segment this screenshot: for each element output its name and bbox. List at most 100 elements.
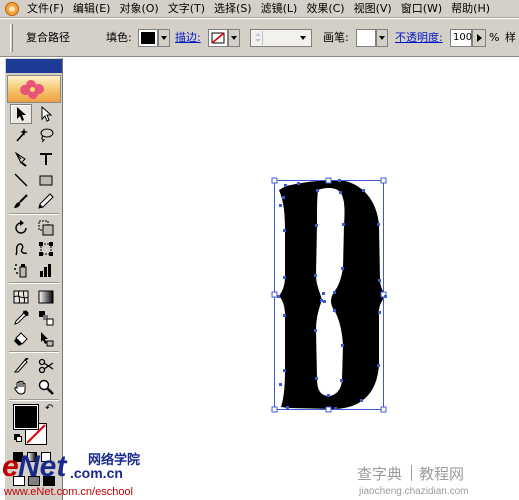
paint-bucket-icon xyxy=(14,332,28,346)
selection-tool[interactable] xyxy=(10,104,32,124)
stroke-swatch[interactable] xyxy=(208,29,228,47)
lasso-tool[interactable] xyxy=(35,125,57,145)
brush-label: 画笔: xyxy=(323,31,349,44)
brush-dropdown-arrow[interactable] xyxy=(376,29,388,47)
opacity-label[interactable]: 不透明度: xyxy=(395,30,443,46)
magic-wand-tool[interactable] xyxy=(10,125,32,145)
opacity-percent: % xyxy=(489,31,500,44)
menu-help[interactable]: 帮助(H) xyxy=(447,0,495,17)
scale-tool[interactable] xyxy=(35,218,57,238)
chazidian-name: 查字典 xyxy=(357,465,403,483)
chazidian-watermark: 查字典 教程网 jiaocheng.chazidian.com xyxy=(355,465,515,499)
chazidian-url: jiaocheng.chazidian.com xyxy=(359,486,469,497)
eyedropper-tool[interactable] xyxy=(10,308,32,328)
letter-d-compound-path[interactable] xyxy=(279,180,386,409)
menu-file[interactable]: 文件(F) xyxy=(23,0,69,17)
column-graph-icon xyxy=(40,264,51,277)
pencil-tool[interactable] xyxy=(35,191,57,211)
pen-tool[interactable] xyxy=(10,149,32,169)
stroke-weight-dropdown-arrow[interactable] xyxy=(297,31,311,45)
artboard-canvas[interactable] xyxy=(63,58,519,500)
rectangle-icon xyxy=(39,175,53,186)
fill-dropdown-arrow[interactable] xyxy=(158,29,170,47)
object-type-label: 复合路径 xyxy=(26,31,70,44)
stroke-weight-field[interactable] xyxy=(250,29,312,47)
live-paint-selection-icon xyxy=(41,332,54,347)
tools-separator xyxy=(9,213,59,215)
menu-effect[interactable]: 效果(C) xyxy=(302,0,349,17)
white-arrow-icon xyxy=(41,106,53,122)
blend-icon xyxy=(39,311,54,326)
hand-tool[interactable] xyxy=(10,377,32,397)
enet-watermark-url: www.eNet.com.cn/eschool xyxy=(4,486,133,498)
enet-brand-domain: .com.cn xyxy=(70,465,123,481)
menu-select[interactable]: 选择(S) xyxy=(210,0,257,17)
line-tool[interactable] xyxy=(10,170,32,190)
swap-fill-stroke-icon[interactable]: ↶ xyxy=(45,404,53,414)
rotate-tool[interactable] xyxy=(10,218,32,238)
pen-nib-icon xyxy=(14,151,27,167)
tools-panel-titlebar[interactable] xyxy=(6,59,62,73)
scissors-tool[interactable] xyxy=(35,356,57,376)
paintbrush-tool[interactable] xyxy=(10,191,32,211)
lasso-icon xyxy=(40,128,54,143)
direct-selection-tool[interactable] xyxy=(35,104,57,124)
hand-icon xyxy=(14,380,26,395)
warp-tool[interactable] xyxy=(10,239,32,259)
menu-object[interactable]: 对象(O) xyxy=(115,0,163,17)
menu-edit[interactable]: 编辑(E) xyxy=(69,0,116,17)
symbol-sprayer-tool[interactable] xyxy=(10,260,32,280)
flower-center-icon xyxy=(30,87,35,92)
illustrator-app-icon[interactable] xyxy=(5,1,19,16)
tools-panel-flower-logo[interactable] xyxy=(7,75,61,103)
enet-brand-e: e xyxy=(2,450,19,483)
blend-tool[interactable] xyxy=(35,308,57,328)
opacity-input[interactable]: 100 xyxy=(450,29,472,47)
mesh-grid-icon xyxy=(13,290,29,304)
mesh-tool[interactable] xyxy=(10,287,32,307)
brush-swatch[interactable] xyxy=(356,29,376,47)
symbol-sprayer-icon xyxy=(14,264,27,278)
control-bar: 复合路径 填色: 描边: 画笔: 不透明度: 100 % 样 xyxy=(0,19,519,57)
menu-filter[interactable]: 滤镜(L) xyxy=(257,0,303,17)
magnifier-icon xyxy=(38,379,54,395)
letter-d-artwork[interactable] xyxy=(63,58,519,500)
stroke-dropdown-arrow[interactable] xyxy=(228,29,240,47)
live-paint-bucket-tool[interactable] xyxy=(10,329,32,349)
rectangle-tool[interactable] xyxy=(35,170,57,190)
zoom-tool[interactable] xyxy=(35,377,57,397)
slice-tool[interactable] xyxy=(10,356,32,376)
type-t-icon xyxy=(40,153,52,165)
warp-finger-icon xyxy=(15,243,28,256)
slice-knife-icon xyxy=(13,358,29,373)
gradient-tool[interactable] xyxy=(35,287,57,307)
line-segment-icon xyxy=(14,173,28,187)
stroke-weight-stepper[interactable] xyxy=(253,31,263,45)
control-bar-grip[interactable] xyxy=(10,24,13,52)
live-paint-selection-tool[interactable] xyxy=(35,329,57,349)
enet-brand-net: Net xyxy=(18,450,67,483)
black-arrow-icon xyxy=(17,107,26,121)
menu-bar: 文件(F) 编辑(E) 对象(O) 文字(T) 选择(S) 滤镜(L) 效果(C… xyxy=(0,0,519,18)
opacity-slider-arrow[interactable] xyxy=(472,29,486,47)
fill-swatch[interactable] xyxy=(138,29,158,47)
scissors-icon xyxy=(38,358,54,374)
tools-separator xyxy=(9,282,59,284)
column-graph-tool[interactable] xyxy=(35,260,57,280)
menu-window[interactable]: 窗口(W) xyxy=(397,0,447,17)
free-transform-tool[interactable] xyxy=(35,239,57,259)
menu-view[interactable]: 视图(V) xyxy=(350,0,397,17)
type-tool[interactable] xyxy=(35,149,57,169)
tools-panel: ↶ xyxy=(4,58,63,500)
chazidian-section: 教程网 xyxy=(419,465,465,483)
fill-color-swatch[interactable] xyxy=(13,404,39,430)
enet-brand-chinese: 网络学院 xyxy=(88,453,141,468)
paintbrush-icon xyxy=(14,194,28,208)
eyedropper-icon xyxy=(14,310,29,325)
default-colors-icon[interactable] xyxy=(14,434,22,442)
style-label: 样 xyxy=(505,31,516,44)
fill-color-chip xyxy=(141,32,155,44)
enet-watermark: e Net .com.cn 网络学院 www.eNet.com.cn/escho… xyxy=(2,452,172,500)
stroke-label[interactable]: 描边: xyxy=(175,30,201,46)
menu-type[interactable]: 文字(T) xyxy=(164,0,210,17)
